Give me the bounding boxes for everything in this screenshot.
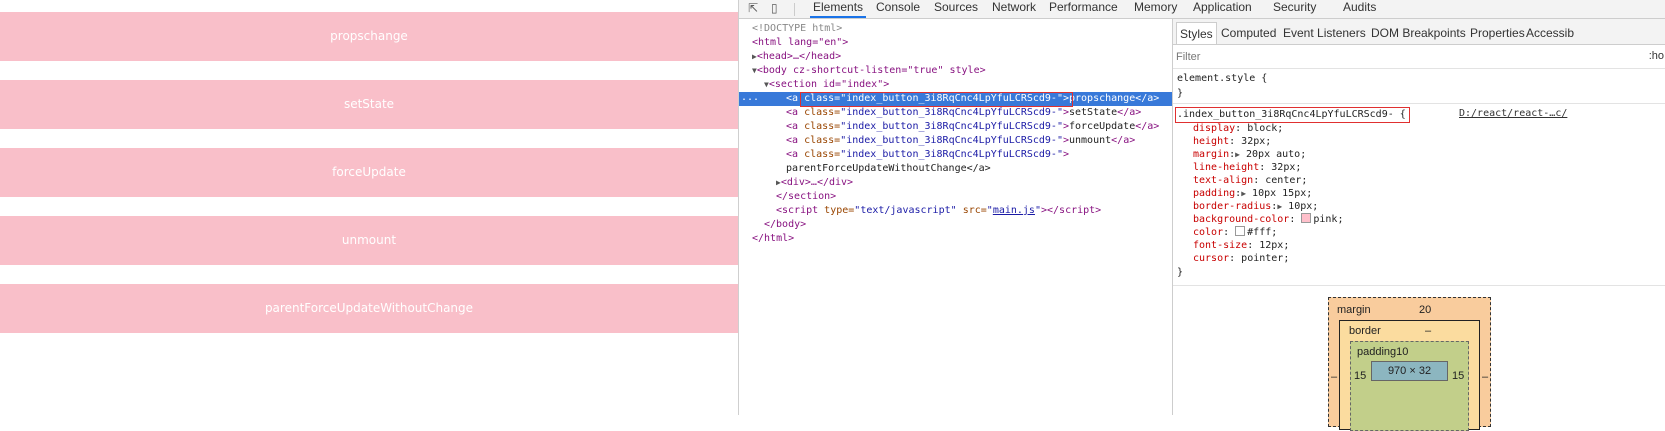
highlight-box bbox=[800, 92, 1073, 107]
html-close-node: </html> bbox=[752, 233, 795, 244]
page-viewport: propschange setState forceUpdate unmount… bbox=[0, 0, 738, 415]
section-close-node: </section> bbox=[776, 191, 837, 202]
devtools-panel: ⇱ ▯ Elements Console Sources Network Per… bbox=[738, 0, 1665, 431]
forceupdate-button[interactable]: forceUpdate bbox=[0, 148, 738, 197]
div-node[interactable]: ▶<div>…</div> bbox=[776, 176, 853, 190]
propschange-button[interactable]: propschange bbox=[0, 12, 738, 61]
declaration-height[interactable]: height: 32px; bbox=[1193, 135, 1271, 148]
script-src-link[interactable]: main.js bbox=[993, 205, 1035, 216]
styles-sidebar: Styles Computed Event Listeners DOM Brea… bbox=[1173, 19, 1665, 431]
box-model-border[interactable]: border – padding10 15 15 970 × 32 bbox=[1339, 320, 1480, 431]
rule-close-brace: } bbox=[1177, 267, 1184, 278]
anchor-node[interactable]: <a class="index_button_3i8RqCnc4LpYfuLCR… bbox=[786, 106, 1141, 120]
anchor-node[interactable]: <a class="index_button_3i8RqCnc4LpYfuLCR… bbox=[786, 134, 1135, 148]
section-tag: <section id="index"> bbox=[768, 79, 890, 90]
box-model-content[interactable]: 970 × 32 bbox=[1371, 361, 1448, 381]
tab-properties[interactable]: Properties bbox=[1467, 22, 1528, 44]
styles-filter-input[interactable] bbox=[1176, 49, 1476, 65]
device-toolbar-icon[interactable]: ▯ bbox=[771, 1, 778, 15]
margin-value[interactable]: 20 bbox=[1419, 304, 1431, 316]
tab-network[interactable]: Network bbox=[989, 0, 1039, 18]
declaration-background-color[interactable]: background-color: pink; bbox=[1193, 213, 1343, 226]
tab-console[interactable]: Console bbox=[873, 0, 923, 18]
declaration-text-align[interactable]: text-align: center; bbox=[1193, 174, 1307, 187]
more-actions-icon[interactable]: ... bbox=[741, 92, 759, 104]
rule-divider bbox=[1173, 103, 1665, 104]
unmount-button[interactable]: unmount bbox=[0, 216, 738, 265]
body-close-node: </body> bbox=[764, 219, 807, 230]
box-model-padding[interactable]: padding10 15 15 970 × 32 bbox=[1350, 341, 1469, 431]
border-value[interactable]: – bbox=[1425, 325, 1431, 337]
margin-right-value[interactable]: – bbox=[1482, 371, 1488, 383]
toolbar-divider bbox=[794, 3, 795, 16]
head-node[interactable]: ▶<head>…</head> bbox=[752, 50, 841, 64]
expand-triangle-icon[interactable]: ▶ bbox=[1241, 189, 1246, 198]
declaration-margin[interactable]: margin:▶ 20px auto; bbox=[1193, 148, 1306, 161]
head-tag: <head>…</head> bbox=[756, 51, 842, 62]
padding-left-value[interactable]: 15 bbox=[1354, 370, 1366, 382]
declaration-cursor[interactable]: cursor: pointer; bbox=[1193, 252, 1289, 265]
rule-divider bbox=[1173, 285, 1665, 286]
rule-close-brace: } bbox=[1177, 88, 1184, 99]
color-swatch-icon[interactable] bbox=[1301, 213, 1312, 223]
declaration-border-radius[interactable]: border-radius:▶ 10px; bbox=[1193, 200, 1318, 213]
margin-left-value[interactable]: – bbox=[1331, 371, 1337, 383]
sidebar-tabbar: Styles Computed Event Listeners DOM Brea… bbox=[1173, 19, 1665, 45]
tab-elements[interactable]: Elements bbox=[810, 0, 867, 18]
setstate-button[interactable]: setState bbox=[0, 80, 738, 129]
doctype-node[interactable]: <!DOCTYPE html> bbox=[752, 22, 842, 36]
inspect-element-icon[interactable]: ⇱ bbox=[748, 1, 758, 15]
body-tag: <body cz-shortcut-listen="true" style> bbox=[756, 65, 986, 76]
element-style-rule[interactable]: element.style { bbox=[1177, 72, 1267, 85]
declaration-line-height[interactable]: line-height: 32px; bbox=[1193, 161, 1301, 174]
body-node[interactable]: ▼<body cz-shortcut-listen="true" style> bbox=[752, 64, 986, 78]
tab-accessibility[interactable]: Accessib bbox=[1523, 22, 1577, 44]
anchor-node[interactable]: <a class="index_button_3i8RqCnc4LpYfuLCR… bbox=[786, 148, 1069, 162]
padding-right-value[interactable]: 15 bbox=[1452, 370, 1464, 382]
expand-triangle-icon[interactable]: ▶ bbox=[1235, 150, 1240, 159]
color-swatch-icon[interactable] bbox=[1235, 226, 1246, 236]
declaration-display[interactable]: display: block; bbox=[1193, 122, 1283, 135]
declaration-font-size[interactable]: font-size: 12px; bbox=[1193, 239, 1289, 252]
border-label: border bbox=[1349, 325, 1381, 337]
section-node[interactable]: ▼<section id="index"> bbox=[764, 78, 889, 92]
styles-filter-bar: :ho bbox=[1173, 45, 1665, 69]
box-model-margin[interactable]: margin 20 – – border – padding10 15 15 9… bbox=[1328, 297, 1491, 431]
tab-security[interactable]: Security bbox=[1270, 0, 1319, 18]
padding-label: padding10 bbox=[1357, 346, 1409, 358]
rule-source-link[interactable]: D:/react/react-…c/ bbox=[1459, 108, 1567, 119]
box-model-diagram: margin 20 – – border – padding10 15 15 9… bbox=[1328, 297, 1491, 431]
selector-highlight-box bbox=[1175, 107, 1410, 123]
anchor-node[interactable]: <a class="index_button_3i8RqCnc4LpYfuLCR… bbox=[786, 120, 1159, 134]
html-node[interactable]: <html lang="en"> bbox=[752, 36, 848, 50]
tab-event-listeners[interactable]: Event Listeners bbox=[1280, 22, 1369, 44]
tab-audits[interactable]: Audits bbox=[1340, 0, 1379, 18]
parent-force-update-button[interactable]: parentForceUpdateWithoutChange bbox=[0, 284, 738, 333]
tab-memory[interactable]: Memory bbox=[1131, 0, 1180, 18]
tab-computed[interactable]: Computed bbox=[1218, 22, 1279, 44]
anchor-node-text[interactable]: parentForceUpdateWithoutChange</a> bbox=[786, 162, 991, 176]
tab-application[interactable]: Application bbox=[1190, 0, 1255, 18]
devtools-tabbar: ⇱ ▯ Elements Console Sources Network Per… bbox=[739, 0, 1665, 19]
tab-performance[interactable]: Performance bbox=[1046, 0, 1121, 18]
tab-dom-breakpoints[interactable]: DOM Breakpoints bbox=[1368, 22, 1469, 44]
expand-triangle-icon[interactable]: ▶ bbox=[1277, 202, 1282, 211]
elements-tree: <!DOCTYPE html> <html lang="en"> ▶<head>… bbox=[739, 19, 1173, 415]
hover-state-toggle[interactable]: :ho bbox=[1649, 50, 1664, 62]
anchor-text: propschange bbox=[1069, 93, 1136, 104]
margin-label: margin bbox=[1337, 304, 1371, 316]
tab-sources[interactable]: Sources bbox=[931, 0, 981, 18]
tab-styles[interactable]: Styles bbox=[1176, 22, 1217, 44]
declaration-color[interactable]: color: #fff; bbox=[1193, 226, 1277, 239]
declaration-padding[interactable]: padding:▶ 10px 15px; bbox=[1193, 187, 1312, 200]
script-node[interactable]: <script type="text/javascript" src="main… bbox=[776, 204, 1101, 218]
